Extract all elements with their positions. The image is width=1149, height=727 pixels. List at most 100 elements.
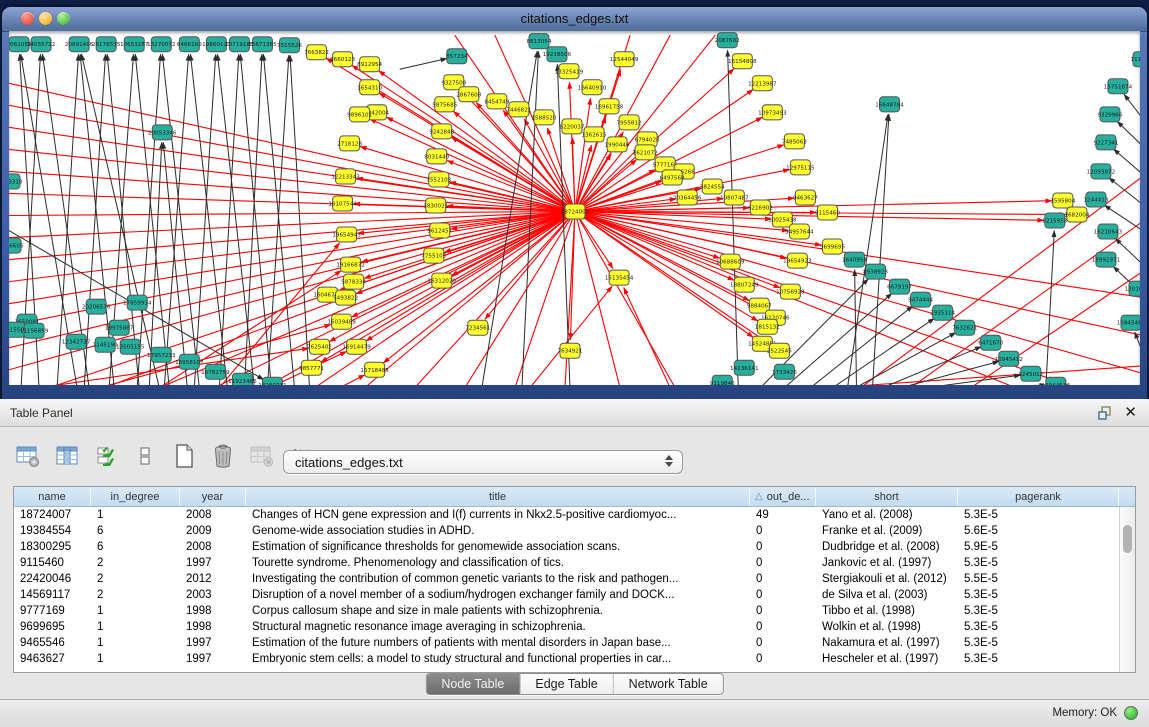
table-cell[interactable]: 9699695 [14, 619, 91, 635]
table-cell[interactable]: 5.3E-5 [958, 587, 1119, 603]
table-cell[interactable]: 1997 [180, 651, 246, 667]
network-node[interactable]: 11156859 [20, 323, 49, 338]
vertical-scrollbar[interactable] [1119, 507, 1135, 672]
network-node[interactable]: 10807487 [720, 190, 749, 205]
table-cell[interactable]: Nakamura et al. (1997) [816, 635, 958, 651]
network-node[interactable]: 7515526 [277, 38, 302, 53]
network-node[interactable]: 6216902 [748, 200, 773, 215]
network-node[interactable]: 13270072 [147, 37, 175, 52]
network-node[interactable]: 12213987 [748, 76, 777, 91]
table-cell[interactable]: Tibbo et al. (1998) [816, 603, 958, 619]
network-node[interactable]: 20364456 [673, 190, 702, 205]
network-node[interactable]: 1244413 [1083, 192, 1108, 207]
network-node[interactable]: 7634921 [558, 343, 583, 358]
network-node[interactable]: 7955812 [617, 115, 642, 130]
table-cell[interactable]: 5.6E-5 [958, 523, 1119, 539]
table-cell[interactable]: 5.9E-5 [958, 539, 1119, 555]
network-node[interactable]: 10688609 [716, 254, 745, 269]
table-cell[interactable]: 9463627 [14, 651, 91, 667]
table-cell[interactable]: 18724007 [14, 507, 91, 523]
network-node[interactable]: 16782759 [201, 364, 230, 379]
network-node[interactable]: 1682004 [1064, 207, 1089, 222]
table-selector-dropdown[interactable]: citations_edges.txt [283, 450, 683, 474]
network-node[interactable]: 9857771 [299, 360, 324, 375]
table-cell[interactable]: 6 [91, 539, 180, 555]
network-node[interactable]: 3824554 [700, 179, 725, 194]
close-panel-icon[interactable]: ✕ [1124, 403, 1137, 421]
scrollbar-thumb[interactable] [1123, 525, 1132, 553]
table-row[interactable]: 2242004622012Investigating the contribut… [14, 571, 1119, 587]
network-node[interactable]: 13505155 [116, 339, 145, 354]
table-cell[interactable]: 5.3E-5 [958, 635, 1119, 651]
table-cell[interactable]: 2008 [180, 539, 246, 555]
network-node[interactable]: 13325419 [555, 64, 584, 79]
table-row[interactable]: 946554611997Estimation of the future num… [14, 635, 1119, 651]
network-node[interactable]: 9463627 [793, 190, 818, 205]
table-cell[interactable]: 2008 [180, 507, 246, 523]
network-node[interactable]: 12342737 [62, 334, 91, 349]
table-cell[interactable]: 1 [91, 603, 180, 619]
table-cell[interactable]: 9115460 [14, 555, 91, 571]
table-cell[interactable]: Wolkin et al. (1998) [816, 619, 958, 635]
table-cell[interactable]: 2 [91, 587, 180, 603]
table-cell[interactable]: 18300295 [14, 539, 91, 555]
column-header-pagerank[interactable]: pagerank [958, 487, 1119, 506]
table-cell[interactable]: 1997 [180, 635, 246, 651]
network-node[interactable]: 20206576 [82, 299, 111, 314]
network-node[interactable]: 2316605 [9, 238, 24, 253]
network-node[interactable]: 16648784 [875, 97, 904, 112]
network-node[interactable]: 16914479 [342, 339, 371, 354]
table-cell[interactable]: 2009 [180, 523, 246, 539]
table-cell[interactable]: 0 [750, 587, 816, 603]
network-node[interactable]: 20053346 [148, 125, 177, 140]
network-node[interactable]: 5493822 [333, 290, 358, 305]
network-node[interactable]: 19654943 [332, 227, 361, 242]
network-node[interactable]: 9119846 [710, 375, 735, 385]
network-node[interactable]: 19166872 [336, 257, 364, 272]
table-cell[interactable]: Estimation of significance thresholds fo… [246, 539, 750, 555]
network-node[interactable]: 6471670 [978, 335, 1003, 350]
network-node[interactable]: 9699695 [820, 239, 845, 254]
network-node[interactable]: 5875685 [432, 97, 457, 112]
row-height-icon[interactable] [131, 443, 159, 469]
network-node[interactable]: 15135454 [605, 270, 634, 285]
network-node[interactable]: 12544049 [610, 52, 639, 67]
column-header-out_de[interactable]: △out_de... [750, 487, 816, 506]
network-node[interactable]: 1640954 [842, 252, 867, 267]
table-row[interactable]: 969969511998Structural magnetic resonanc… [14, 619, 1119, 635]
table-cell[interactable]: 5.3E-5 [958, 603, 1119, 619]
delete-table-icon[interactable] [248, 443, 276, 469]
table-cell[interactable]: 0 [750, 619, 816, 635]
table-cell[interactable]: Jankovic et al. (1997) [816, 555, 958, 571]
network-node[interactable]: 9329966 [1097, 107, 1122, 122]
table-cell[interactable]: 1 [91, 651, 180, 667]
network-node[interactable]: 16961758 [595, 99, 624, 114]
network-canvas[interactable]: 2061059340557122089140626176535106532871… [9, 31, 1140, 385]
network-node[interactable]: 12093872 [1087, 164, 1115, 179]
network-node[interactable]: 8031440 [424, 149, 449, 164]
network-node[interactable]: 1654310 [357, 80, 382, 95]
network-node[interactable]: 7632621 [952, 320, 977, 335]
network-node[interactable]: 1145190 [93, 337, 118, 352]
window-titlebar[interactable]: citations_edges.txt [2, 7, 1147, 32]
table-row[interactable]: 1830029562008Estimation of significance … [14, 539, 1119, 555]
table-cell[interactable]: Stergiakouli et al. (2012) [816, 571, 958, 587]
table-row[interactable]: 1456911722003Disruption of a novel membe… [14, 587, 1119, 603]
table-cell[interactable]: 5.5E-5 [958, 571, 1119, 587]
table-cell[interactable]: 5.3E-5 [958, 507, 1119, 523]
table-cell[interactable]: 2 [91, 555, 180, 571]
network-node[interactable]: 16210643 [1094, 224, 1123, 239]
table-cell[interactable]: 0 [750, 539, 816, 555]
table-row[interactable]: 911546021997Tourette syndrome. Phenomeno… [14, 555, 1119, 571]
network-node[interactable]: 1588520 [531, 110, 556, 125]
network-node[interactable]: 7625402 [307, 339, 332, 354]
network-node[interactable]: 7552103 [426, 172, 451, 187]
network-node[interactable]: 9242848 [429, 124, 454, 139]
network-node[interactable]: 19654923 [783, 253, 812, 268]
column-header-year[interactable]: year [180, 487, 246, 506]
network-node[interactable]: 9896101 [347, 107, 372, 122]
table-cell[interactable]: Tourette syndrome. Phenomenology and cla… [246, 555, 750, 571]
table-cell[interactable]: 0 [750, 555, 816, 571]
network-node[interactable]: 20891406 [65, 37, 94, 52]
tab-network-table[interactable]: Network Table [614, 674, 723, 694]
